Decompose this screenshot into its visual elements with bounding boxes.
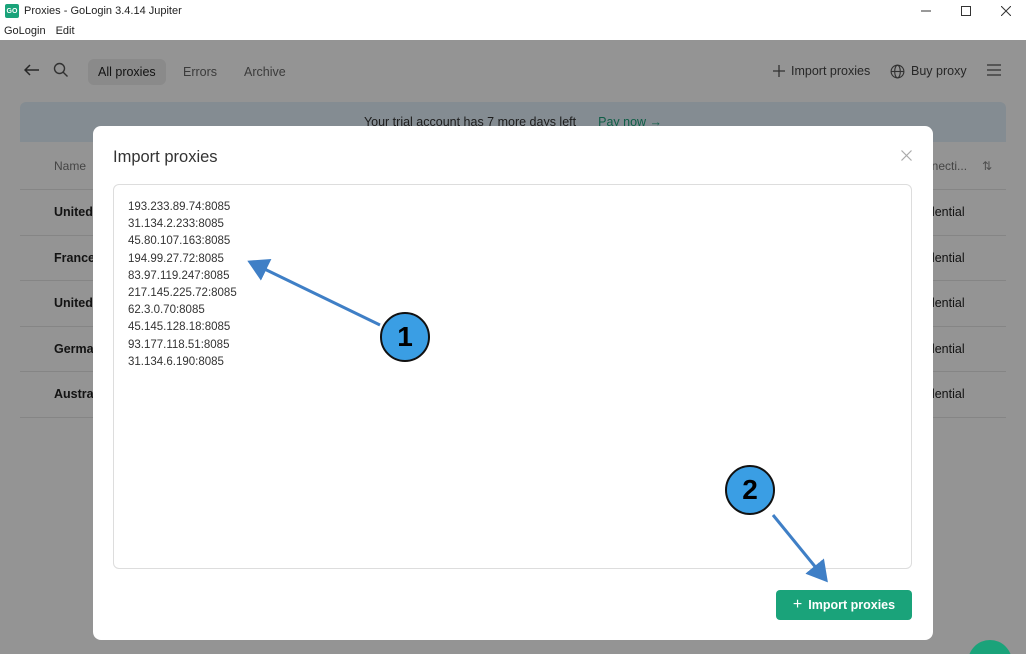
menu-bar: GoLogin Edit [0,22,1026,40]
annotation-badge-1: 1 [380,312,430,362]
minimize-button[interactable] [906,0,946,22]
import-proxies-button-label: Import proxies [808,598,896,612]
annotation-badge-2: 2 [725,465,775,515]
menu-item-edit[interactable]: Edit [56,25,75,37]
import-proxies-dialog: Import proxies + Import proxies [93,126,933,640]
window-controls [906,0,1026,22]
close-icon [1001,6,1011,16]
maximize-icon [961,6,971,16]
plus-icon: + [792,596,803,613]
dialog-title: Import proxies [113,148,218,166]
window-titlebar: GO Proxies - GoLogin 3.4.14 Jupiter [0,0,1026,22]
close-window-button[interactable] [986,0,1026,22]
menu-item-gologin[interactable]: GoLogin [4,25,46,37]
close-icon [900,149,912,161]
dialog-close-button[interactable] [897,146,915,164]
proxy-list-textarea[interactable] [113,184,912,569]
maximize-button[interactable] [946,0,986,22]
minimize-icon [921,10,931,12]
gologin-logo-icon: GO [5,4,19,18]
window-title: Proxies - GoLogin 3.4.14 Jupiter [24,5,182,17]
import-proxies-button[interactable]: + Import proxies [776,590,912,620]
